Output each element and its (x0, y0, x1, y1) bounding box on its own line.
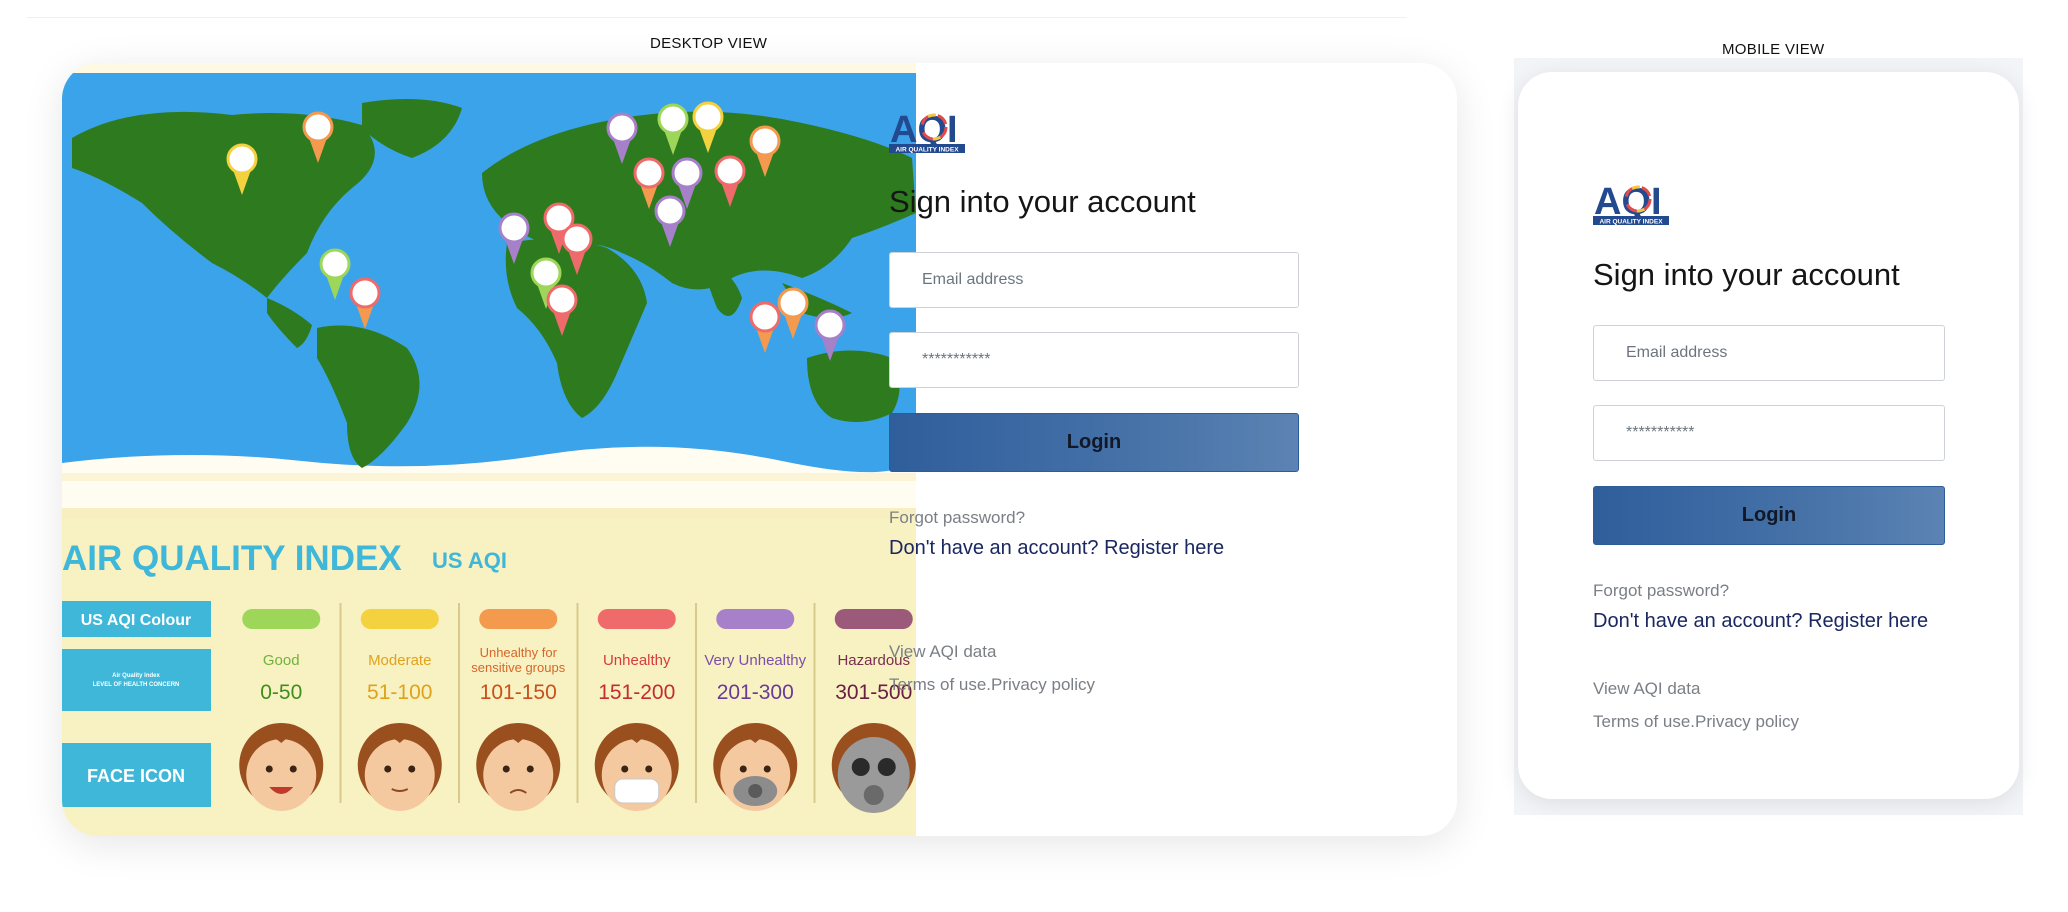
level-name: sensitive groups (471, 660, 565, 675)
email-field[interactable]: Email address (1593, 325, 1945, 381)
level-range: 151-200 (598, 681, 675, 704)
level-colour-pill (716, 609, 795, 629)
aqi-levels: Good 0-50 Moderate 51-100 Unhealthy forsensi… (239, 603, 916, 813)
password-field[interactable]: *********** (1593, 405, 1945, 461)
forgot-password-link[interactable]: Forgot password? (1593, 581, 1945, 601)
view-aqi-data-link[interactable]: View AQI data (1593, 679, 1945, 699)
svg-text:AIR QUALITY INDEX: AIR QUALITY INDEX (1599, 219, 1663, 226)
password-placeholder: *********** (1626, 424, 1695, 441)
level-name: Moderate (368, 652, 431, 669)
face-eye (739, 765, 747, 773)
aqi-infographic: AIR QUALITY INDEX US AQI US AQI Colour A… (62, 63, 916, 836)
email-placeholder: Email address (1626, 344, 1728, 361)
level-name: Unhealthy for (480, 645, 558, 660)
face-eye (621, 765, 629, 773)
svg-text:AIR QUALITY INDEX: AIR QUALITY INDEX (895, 147, 959, 154)
terms-link[interactable]: Terms of use. (1593, 712, 1695, 731)
row-face-label: FACE ICON (87, 766, 185, 786)
login-button[interactable]: Login (1593, 486, 1945, 545)
privacy-link[interactable]: Privacy policy (991, 675, 1095, 694)
level-divider (695, 603, 697, 803)
email-field[interactable]: Email address (889, 252, 1299, 308)
password-placeholder: *********** (922, 351, 991, 368)
level-range: 51-100 (367, 681, 432, 704)
face-eye (384, 765, 392, 773)
page-title: Sign into your account (889, 184, 1196, 219)
legal-links: Terms of use.Privacy policy (1593, 712, 1945, 732)
legal-links: Terms of use.Privacy policy (889, 675, 1299, 695)
level-range: 201-300 (717, 681, 794, 704)
level-range: 101-150 (480, 681, 557, 704)
face-eye (408, 765, 416, 773)
face-eye (265, 765, 273, 773)
privacy-link[interactable]: Privacy policy (1695, 712, 1799, 731)
desktop-login-form: AQI AIR QUALITY INDEX Sign into your acc… (889, 106, 1299, 695)
face-eye (526, 765, 534, 773)
login-button[interactable]: Login (889, 413, 1299, 472)
page-title: Sign into your account (1593, 257, 1900, 292)
level-divider (813, 603, 816, 803)
aqi-logo-icon: AQI AIR QUALITY INDEX (889, 109, 965, 154)
terms-link[interactable]: Terms of use. (889, 675, 991, 694)
forgot-password-link[interactable]: Forgot password? (889, 508, 1299, 528)
level-divider (576, 603, 579, 803)
mobile-view-label: MOBILE VIEW (1722, 41, 1825, 58)
aqi-logo: AQI AIR QUALITY INDEX (1593, 178, 1945, 226)
face-eye (763, 765, 771, 773)
aqi-logo-icon: AQI AIR QUALITY INDEX (1593, 181, 1669, 226)
face-mask (614, 778, 660, 804)
aqi-hero-illustration: AIR QUALITY INDEX US AQI US AQI Colour A… (62, 63, 916, 836)
level-divider (458, 603, 460, 803)
register-link[interactable]: Don't have an account? Register here (1593, 610, 1945, 633)
desktop-view-label: DESKTOP VIEW (650, 35, 768, 52)
level-range: 0-50 (260, 681, 302, 704)
level-name: Good (263, 652, 300, 669)
face-skin (364, 739, 435, 811)
face-eye (289, 765, 297, 773)
hero-title: AIR QUALITY INDEX (62, 539, 402, 578)
level-colour-pill (242, 609, 321, 629)
password-field[interactable]: *********** (889, 332, 1299, 388)
mobile-login-form: AQI AIR QUALITY INDEX Sign into your acc… (1593, 178, 1945, 732)
email-placeholder: Email address (922, 271, 1024, 288)
face-eye (502, 765, 510, 773)
level-name: Very Unhealthy (704, 652, 806, 669)
row-colour-label: US AQI Colour (81, 612, 192, 629)
level-colour-pill (597, 609, 676, 629)
level-name: Unhealthy (603, 652, 671, 669)
svg-text:Air Quality Index: Air Quality Index (112, 673, 160, 679)
svg-text:LEVEL OF HEALTH CONCERN: LEVEL OF HEALTH CONCERN (93, 682, 180, 688)
hero-title-suffix: US AQI (432, 548, 507, 573)
level-colour-pill (479, 609, 558, 629)
level-divider (339, 603, 342, 803)
view-aqi-data-link[interactable]: View AQI data (889, 642, 1299, 662)
face-skin (483, 739, 554, 811)
face-eye (645, 765, 653, 773)
register-link[interactable]: Don't have an account? Register here (889, 537, 1299, 560)
face-skin (246, 739, 317, 811)
aqi-logo: AQI AIR QUALITY INDEX (889, 106, 1299, 154)
top-divider (27, 17, 1407, 18)
level-colour-pill (360, 609, 439, 629)
